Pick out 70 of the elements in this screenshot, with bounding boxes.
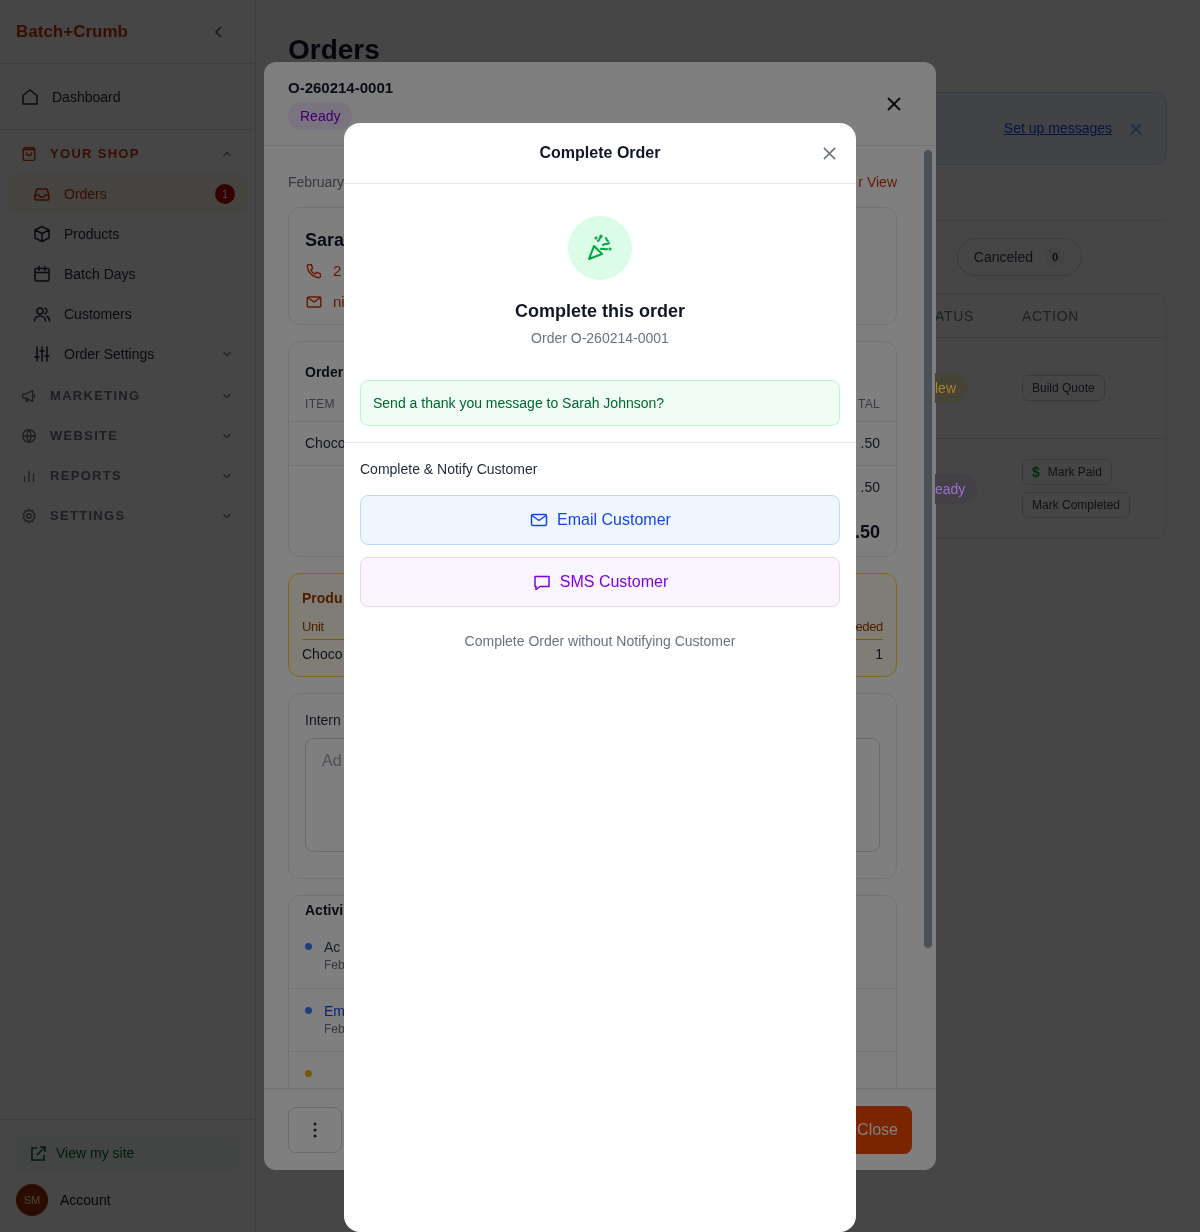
nav-section[interactable]: YOUR SHOP bbox=[0, 134, 255, 174]
nav-item[interactable]: Batch Days bbox=[8, 254, 247, 294]
order-reference: Order O-260214-0001 bbox=[531, 329, 669, 348]
action-button[interactable]: $ Mark Paid bbox=[1022, 459, 1112, 485]
sliders-icon bbox=[32, 344, 52, 364]
nav-item[interactable]: Order Settings bbox=[8, 334, 247, 374]
status-badge: Ready bbox=[288, 102, 353, 130]
view-link[interactable]: r View bbox=[858, 172, 897, 192]
logo[interactable]: Batch+Crumb bbox=[16, 18, 128, 45]
customer-email[interactable]: ni bbox=[333, 290, 345, 313]
dialog-heading: Complete this order bbox=[515, 300, 685, 323]
nav-item[interactable]: Products bbox=[8, 214, 247, 254]
users-icon bbox=[32, 304, 52, 324]
customer-name: Sara bbox=[305, 229, 345, 252]
dollar-icon: $ bbox=[1032, 461, 1040, 483]
filter-pill[interactable]: Canceled 0 bbox=[956, 238, 1082, 276]
order-total: .50 bbox=[854, 521, 880, 545]
nav-item[interactable]: Orders 1 bbox=[8, 174, 247, 214]
card-title: Produ bbox=[302, 589, 344, 608]
dialog-title: Complete Order bbox=[539, 143, 661, 163]
prompt-text: Send a thank you message to Sarah Johnson? bbox=[373, 393, 665, 413]
customer-phone[interactable]: 2 bbox=[333, 260, 342, 283]
column-header: Unit bbox=[302, 617, 324, 636]
more-icon bbox=[313, 1121, 317, 1138]
more-button[interactable] bbox=[288, 1106, 342, 1153]
phone-icon bbox=[305, 262, 323, 281]
page-title: Orders bbox=[288, 33, 381, 67]
globe-icon bbox=[20, 427, 38, 445]
activity-time: Feb bbox=[324, 957, 345, 973]
sms-customer-button[interactable]: SMS Customer bbox=[360, 557, 840, 607]
cube-icon bbox=[32, 224, 52, 244]
account-link[interactable]: Account bbox=[60, 1189, 111, 1211]
table-cell-text: 1 bbox=[875, 644, 883, 664]
section-label: Complete & Notify Customer bbox=[360, 460, 539, 479]
email-customer-button[interactable]: Email Customer bbox=[360, 495, 840, 545]
activity-title: Ac bbox=[324, 938, 342, 957]
status-badge: eady bbox=[935, 473, 978, 504]
calendar-icon bbox=[32, 264, 52, 284]
count-badge: 1 bbox=[215, 184, 235, 204]
close-icon[interactable] bbox=[886, 96, 902, 112]
activity-time: Feb bbox=[324, 1021, 345, 1037]
status-badge: lew bbox=[935, 373, 968, 403]
activity-link[interactable]: Em bbox=[324, 1001, 345, 1021]
close-icon[interactable] bbox=[822, 145, 837, 161]
nav-item[interactable]: Customers bbox=[8, 294, 247, 334]
shopping-bag-icon bbox=[20, 145, 38, 163]
column-header: TAL bbox=[857, 396, 880, 414]
action-button[interactable]: Mark Completed bbox=[1022, 492, 1131, 518]
count-badge: 0 bbox=[1045, 247, 1065, 267]
column-header: ITEM bbox=[305, 396, 335, 414]
home-icon bbox=[20, 87, 40, 107]
skip-notify-link[interactable]: Complete Order without Notifying Customer bbox=[464, 631, 736, 651]
gear-icon bbox=[20, 507, 38, 525]
view-site-button[interactable]: View my site bbox=[16, 1135, 239, 1172]
card-title: Intern bbox=[305, 711, 342, 730]
card-title: Order bbox=[305, 363, 344, 382]
table-cell-text: .50 bbox=[860, 434, 880, 454]
scrollbar[interactable] bbox=[924, 150, 932, 948]
external-link-icon bbox=[28, 1143, 48, 1164]
card-title: Activi bbox=[305, 901, 344, 920]
table-cell-text: .50 bbox=[860, 478, 880, 498]
action-button[interactable]: Build Quote bbox=[1022, 375, 1105, 401]
nav-item[interactable]: Dashboard bbox=[8, 77, 247, 117]
table-cell-text: Choco bbox=[305, 434, 346, 454]
column-header: eded bbox=[855, 617, 883, 636]
order-number: O-260214-0001 bbox=[288, 78, 394, 98]
megaphone-icon bbox=[20, 387, 38, 405]
setup-messages-link[interactable]: Set up messages bbox=[1003, 118, 1112, 139]
table-cell-text: Choco bbox=[302, 644, 343, 664]
order-date: February bbox=[288, 173, 345, 192]
